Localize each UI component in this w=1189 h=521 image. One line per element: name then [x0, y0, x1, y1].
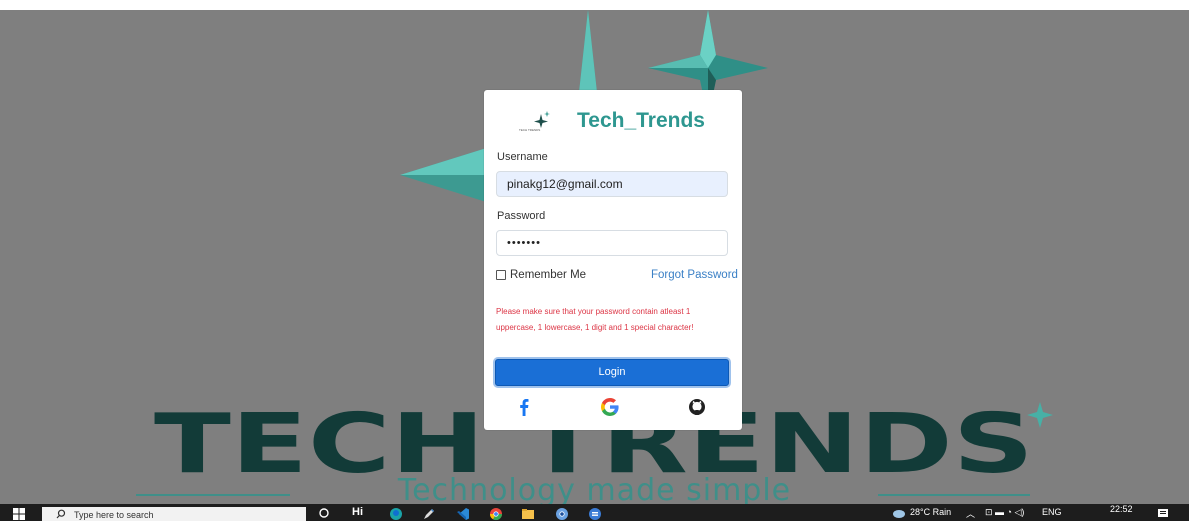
chrome-dev-icon[interactable] — [555, 507, 569, 521]
hi-icon[interactable]: Hi — [352, 506, 363, 518]
username-input[interactable]: pinakg12@gmail.com — [496, 171, 728, 197]
pen-icon[interactable] — [422, 507, 436, 521]
chevron-up-icon[interactable]: ︿ — [966, 507, 975, 520]
brand-title: Tech_Trends — [577, 109, 705, 132]
google-icon[interactable] — [599, 396, 621, 418]
file-explorer-icon[interactable] — [521, 507, 535, 521]
remember-label: Remember Me — [510, 269, 587, 281]
login-button[interactable]: Login — [495, 359, 729, 386]
cortana-icon[interactable] — [318, 507, 330, 519]
vscode-icon[interactable] — [456, 507, 470, 521]
chrome-icon[interactable] — [489, 507, 503, 521]
facebook-icon[interactable] — [513, 396, 535, 418]
weather-cloud-icon[interactable] — [892, 507, 906, 519]
forgot-password-link[interactable]: Forgot Password — [651, 269, 738, 281]
github-icon[interactable] — [686, 396, 708, 418]
logo-subtext: TECH TRENDS — [519, 128, 541, 132]
password-input[interactable]: ••••••• — [496, 230, 728, 256]
edge-blue-icon[interactable] — [588, 507, 602, 521]
password-label: Password — [497, 210, 546, 222]
windows-start-icon[interactable] — [13, 508, 25, 520]
edge-icon[interactable] — [389, 507, 403, 521]
system-tray-icons[interactable]: ⊡ ▬ ◔ ◁) — [985, 507, 1024, 518]
language-indicator[interactable]: ENG — [1042, 507, 1062, 517]
weather-text[interactable]: 28°C Rain — [910, 507, 951, 517]
remember-checkbox[interactable] — [496, 270, 506, 280]
windows-taskbar: Type here to search Hi 28°C Rain ︿ ⊡ ▬ ◔… — [0, 504, 1189, 521]
clock-time[interactable]: 22:52 — [1110, 504, 1133, 514]
taskbar-search-box[interactable]: Type here to search — [42, 507, 306, 521]
username-label: Username — [497, 151, 548, 163]
brand-logo: TECH TRENDS — [517, 108, 565, 134]
notification-icon[interactable] — [1157, 507, 1169, 519]
remember-me[interactable]: Remember Me — [496, 269, 586, 281]
logo-star-icon — [534, 111, 550, 128]
password-error-message: Please make sure that your password cont… — [496, 307, 694, 332]
search-placeholder: Type here to search — [74, 510, 154, 520]
wallpaper-tagline: Technology made simple — [397, 473, 792, 505]
search-icon — [56, 509, 66, 519]
